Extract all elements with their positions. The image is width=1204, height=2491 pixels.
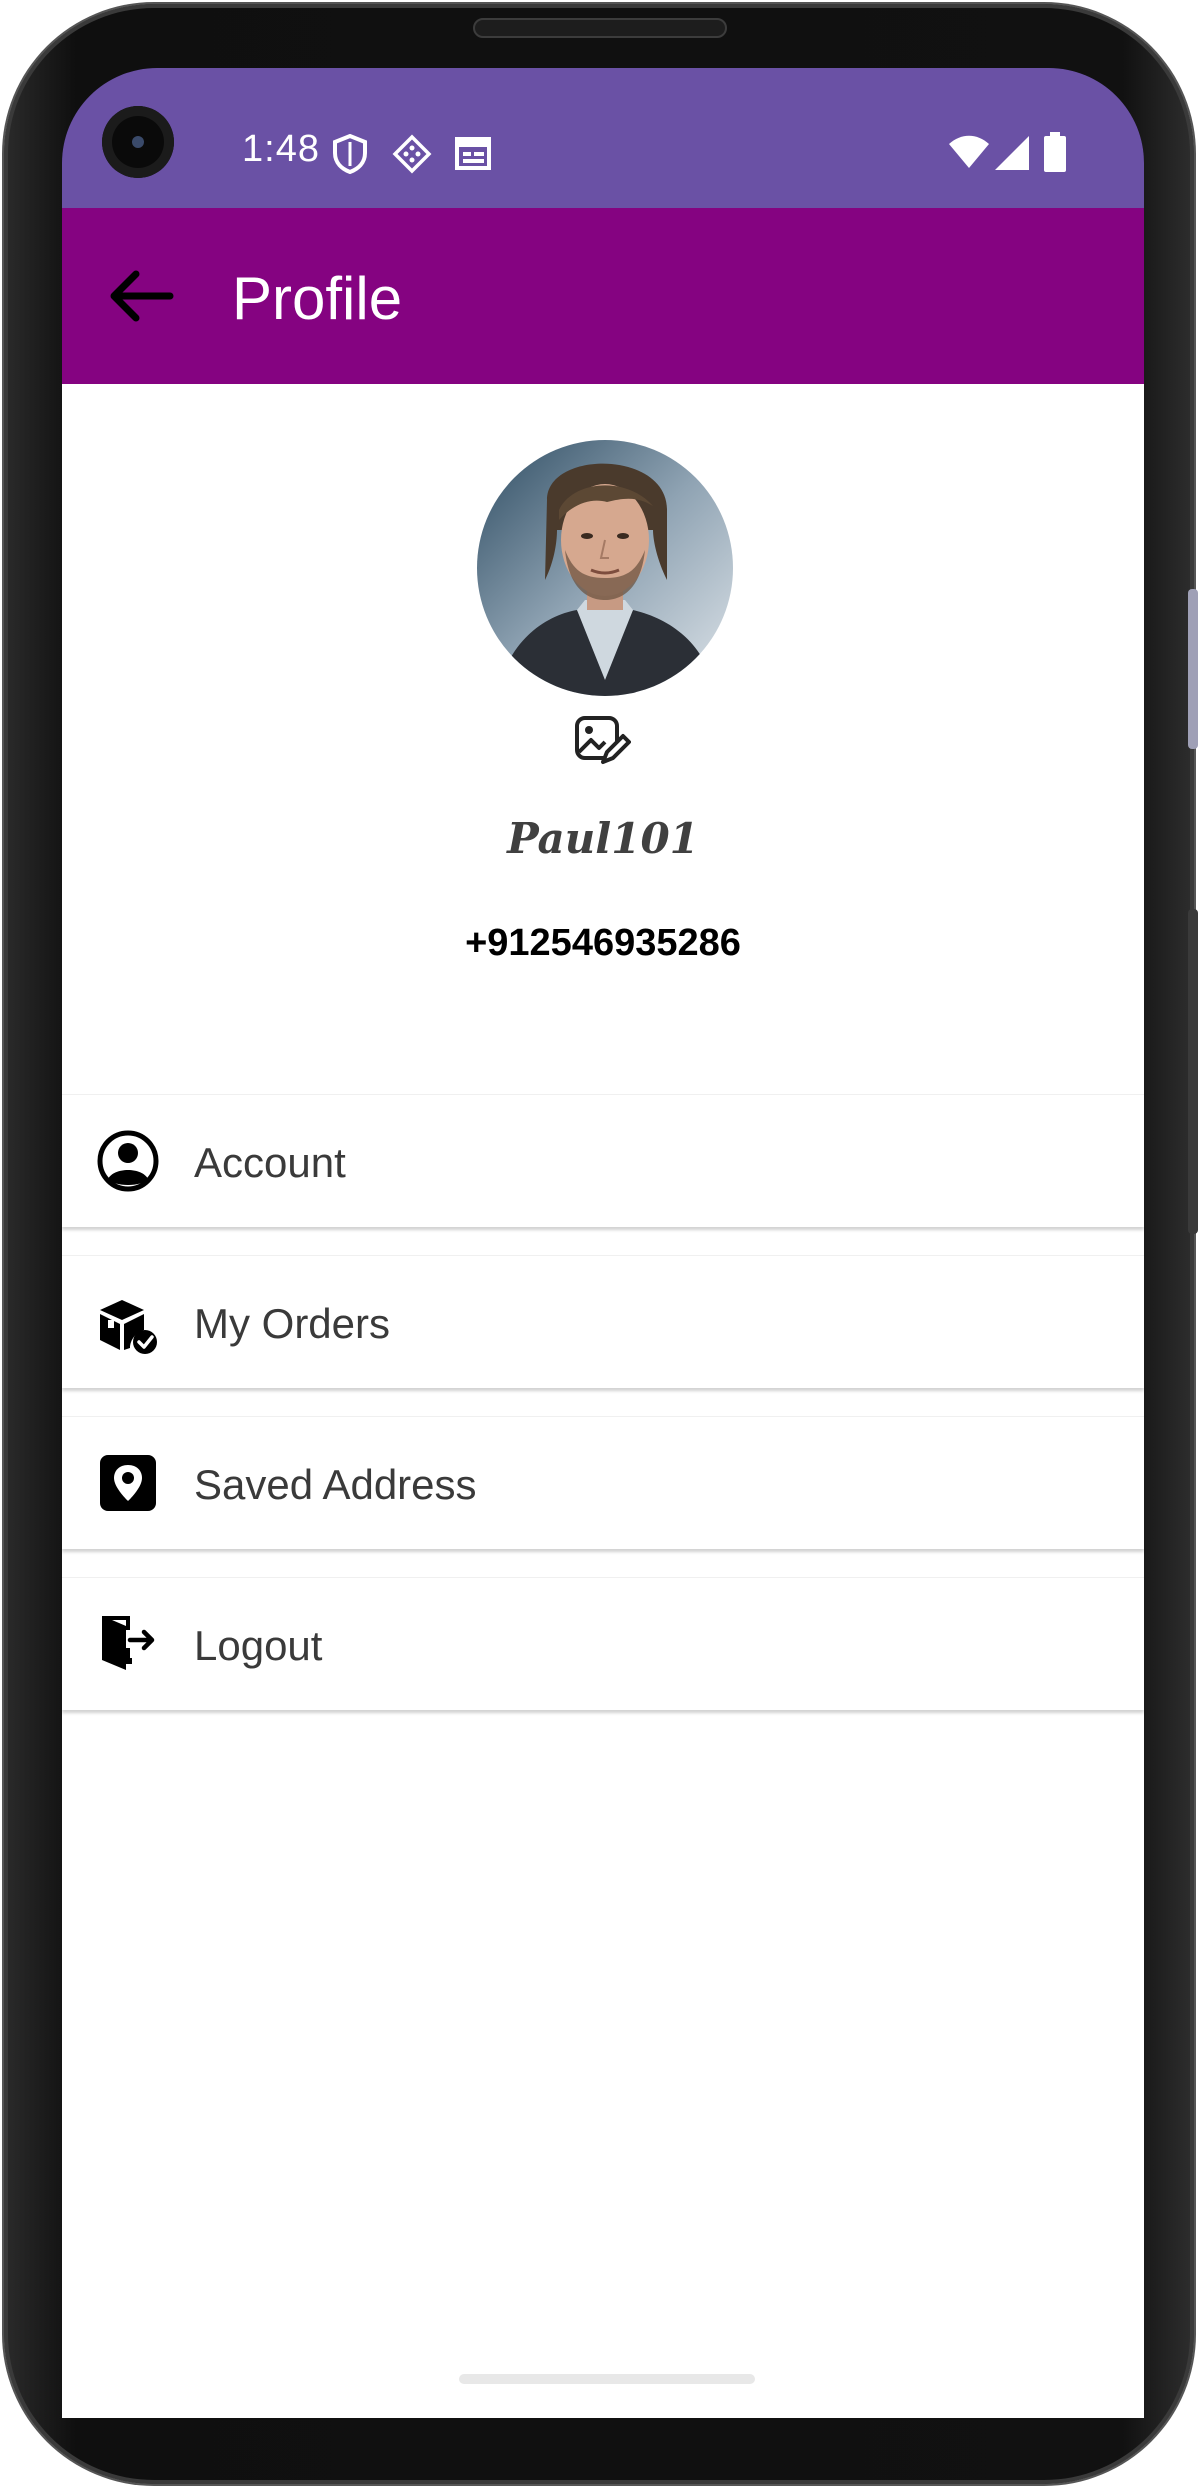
- cell-signal-icon: [995, 136, 1029, 170]
- menu-item-label: Account: [194, 1139, 346, 1186]
- back-button[interactable]: [100, 256, 180, 336]
- orders-box-icon: [100, 1300, 157, 1354]
- earpiece-speaker: [473, 18, 727, 38]
- profile-menu: Account My Orders Saved Address Logout: [62, 1094, 1144, 1738]
- status-bar: 1:48: [62, 68, 1144, 208]
- profile-photo[interactable]: [477, 440, 733, 696]
- home-indicator[interactable]: [459, 2374, 755, 2384]
- front-camera: [102, 106, 174, 178]
- app-bar: Profile: [62, 208, 1144, 384]
- volume-button: [1188, 589, 1198, 749]
- battery-icon: [1044, 132, 1066, 172]
- wifi-icon: [949, 135, 989, 168]
- menu-item-saved-address[interactable]: Saved Address: [62, 1416, 1144, 1549]
- page-title: Profile: [232, 265, 403, 332]
- phone-number: +912546935286: [465, 922, 741, 964]
- shield-icon: [333, 134, 367, 174]
- menu-item-my-orders[interactable]: My Orders: [62, 1255, 1144, 1388]
- menu-item-logout[interactable]: Logout: [62, 1577, 1144, 1710]
- diamond-grid-icon: [392, 134, 432, 174]
- calendar-icon: [455, 137, 491, 170]
- menu-item-label: Saved Address: [194, 1461, 477, 1508]
- account-circle-icon: [97, 1130, 159, 1192]
- menu-item-label: Logout: [194, 1622, 323, 1669]
- logout-door-icon: [102, 1616, 155, 1670]
- menu-item-account[interactable]: Account: [62, 1094, 1144, 1227]
- username: Paul101: [507, 814, 699, 863]
- status-time: 1:48: [242, 128, 320, 170]
- phone-frame: 1:48 Profile Paul101 +912546935286 Accou…: [4, 4, 1198, 2484]
- screen: 1:48 Profile Paul101 +912546935286 Accou…: [62, 68, 1144, 2418]
- profile-content: Paul101 +912546935286 Account My Orders …: [62, 384, 1144, 2418]
- edit-photo-icon[interactable]: [573, 712, 631, 770]
- location-pin-icon: [100, 1455, 156, 1511]
- arrow-left-icon: [110, 270, 174, 322]
- power-button: [1188, 909, 1198, 1234]
- menu-item-label: My Orders: [194, 1300, 391, 1347]
- avatar: [477, 440, 733, 696]
